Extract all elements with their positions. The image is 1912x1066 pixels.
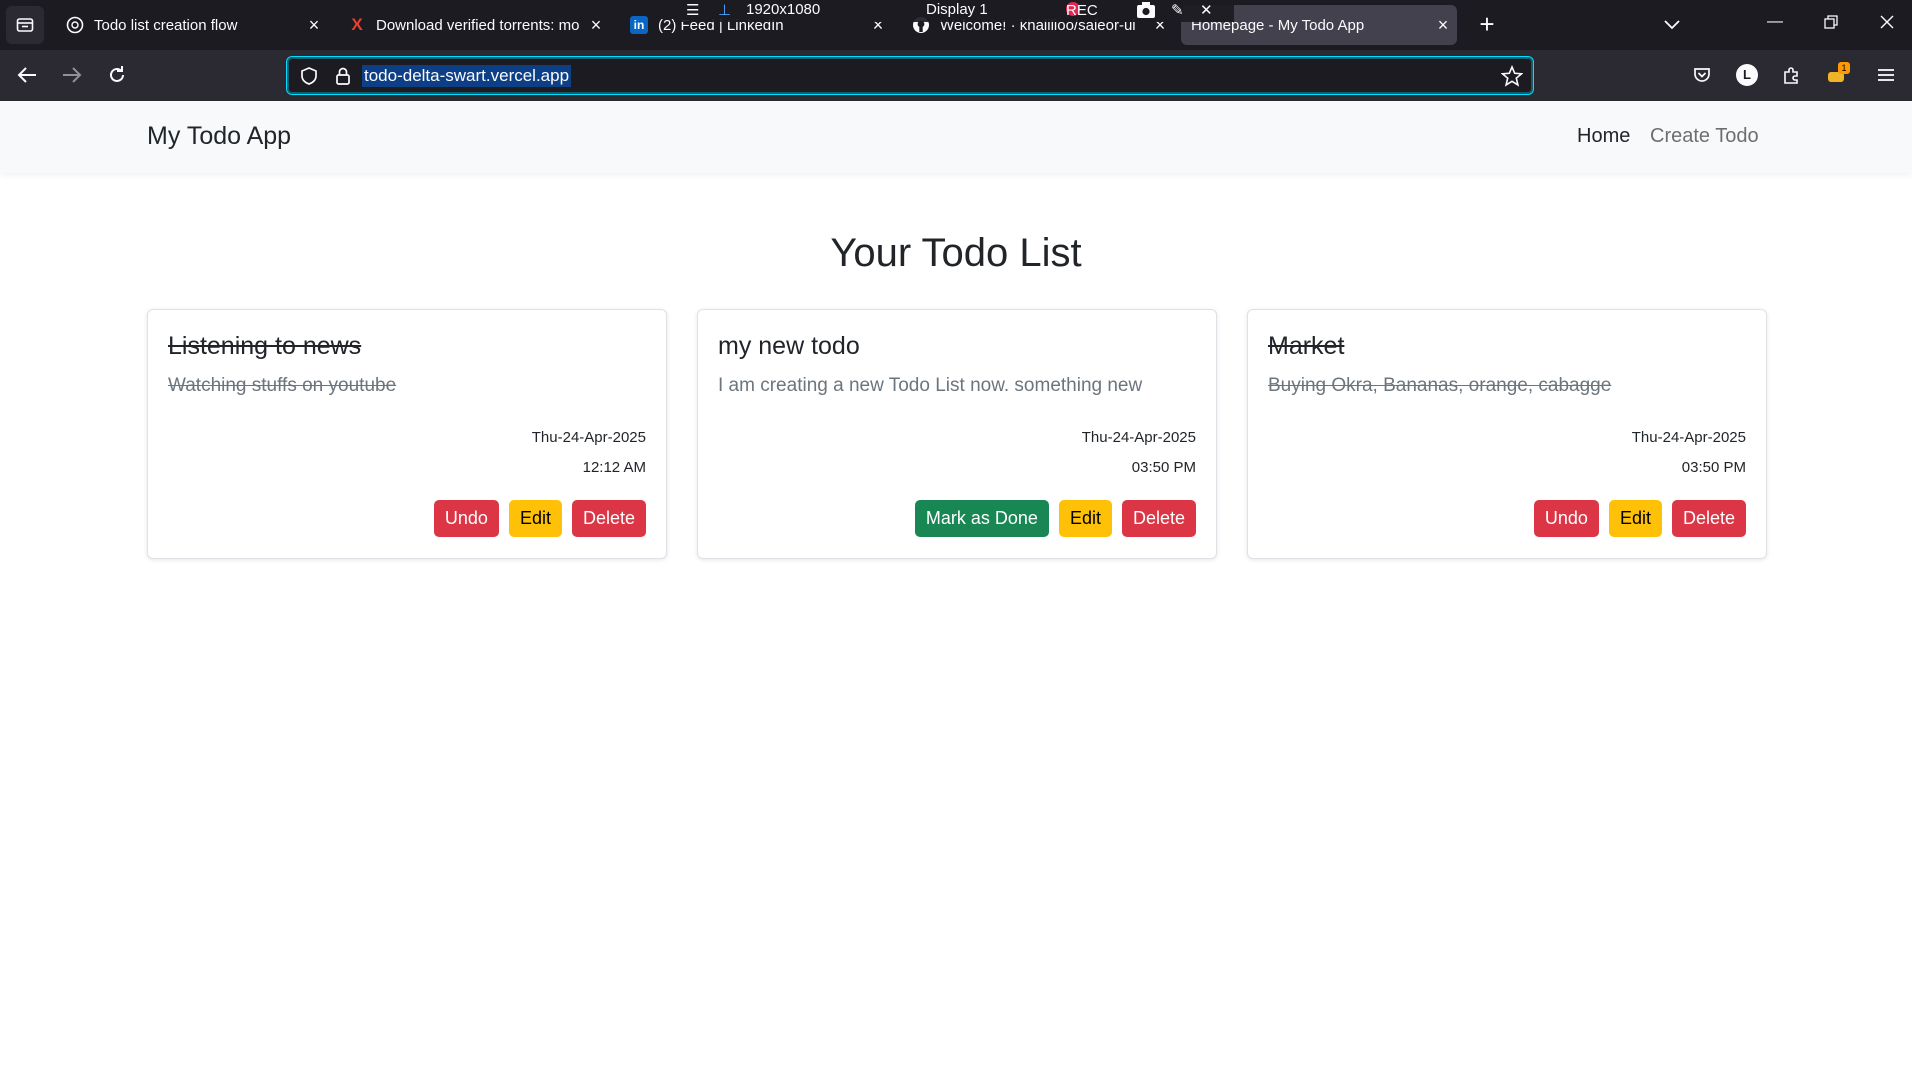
display-label: Display 1 xyxy=(926,1,988,18)
puzzle-piece-icon xyxy=(1784,67,1798,84)
open-menu-button[interactable] xyxy=(1869,58,1903,92)
edit-button[interactable]: Edit xyxy=(1608,500,1662,537)
delete-button[interactable]: Delete xyxy=(571,500,646,537)
tab-todo-list-creation-flow[interactable]: Todo list creation flow × xyxy=(52,5,328,45)
chevron-down-icon xyxy=(1664,20,1680,30)
pocket-icon xyxy=(1694,68,1710,82)
account-avatar: L xyxy=(1736,64,1758,86)
tab-title: Todo list creation flow xyxy=(94,16,238,34)
delete-button[interactable]: Delete xyxy=(1121,500,1196,537)
extension-badge: 1 xyxy=(1838,62,1850,74)
edit-button[interactable]: Edit xyxy=(508,500,562,537)
todo-title: my new todo xyxy=(718,332,860,360)
todo-time: 03:50 PM xyxy=(1131,459,1196,476)
close-tab-icon[interactable]: × xyxy=(582,15,610,36)
todo-actions: Undo Edit Delete xyxy=(1533,500,1746,537)
menu-icon[interactable]: ☰ xyxy=(686,1,699,19)
back-button[interactable] xyxy=(9,58,45,92)
pocket-button[interactable] xyxy=(1685,58,1719,92)
minimize-icon: — xyxy=(1767,13,1783,30)
account-button[interactable]: L xyxy=(1730,58,1764,92)
todo-actions: Mark as Done Edit Delete xyxy=(914,500,1196,537)
todo-title: Market xyxy=(1268,332,1345,360)
new-tab-button[interactable]: + xyxy=(1470,8,1504,42)
forward-button[interactable] xyxy=(54,58,90,92)
firefox-view-icon xyxy=(16,18,34,32)
url-text[interactable]: todo-delta-swart.vercel.app xyxy=(362,65,572,87)
nav-link-create-todo[interactable]: Create Todo xyxy=(1650,125,1759,148)
back-arrow-icon xyxy=(17,67,36,83)
close-tab-icon[interactable]: × xyxy=(300,15,328,36)
todo-date: Thu-24-Apr-2025 xyxy=(1081,429,1196,446)
pencil-icon[interactable]: ✎ xyxy=(1171,1,1184,19)
list-all-tabs-button[interactable] xyxy=(1656,10,1688,40)
minimize-window-button[interactable]: — xyxy=(1752,0,1798,44)
bookmark-star-icon[interactable] xyxy=(1501,65,1523,87)
linkedin-icon: in xyxy=(630,16,648,34)
undo-button[interactable]: Undo xyxy=(433,500,499,537)
forward-arrow-icon xyxy=(63,67,82,83)
pin-icon[interactable]: ⊥ xyxy=(718,1,731,19)
todo-card: Listening to news Watching stuffs on you… xyxy=(147,309,667,559)
close-icon xyxy=(1880,15,1894,29)
todo-description: Buying Okra, Bananas, orange, cabagge xyxy=(1268,375,1612,396)
undo-button[interactable]: Undo xyxy=(1533,500,1599,537)
address-bar[interactable]: todo-delta-swart.vercel.app xyxy=(286,56,1534,95)
nav-link-home[interactable]: Home xyxy=(1577,125,1630,148)
delete-button[interactable]: Delete xyxy=(1671,500,1746,537)
todo-date: Thu-24-Apr-2025 xyxy=(1631,429,1746,446)
page-content: My Todo App Home Create Todo Your Todo L… xyxy=(0,101,1912,1066)
tab-title: Download verified torrents: mo xyxy=(376,16,580,34)
lock-icon[interactable] xyxy=(333,66,353,86)
todo-actions: Undo Edit Delete xyxy=(433,500,646,537)
close-tab-icon[interactable]: × xyxy=(1429,15,1457,36)
x-icon: X xyxy=(351,15,363,34)
todo-card: Market Buying Okra, Bananas, orange, cab… xyxy=(1247,309,1767,559)
firefox-view-button[interactable] xyxy=(0,0,50,50)
restore-window-button[interactable] xyxy=(1808,0,1854,44)
mark-as-done-button[interactable]: Mark as Done xyxy=(914,500,1049,537)
hamburger-menu-icon xyxy=(1878,69,1894,81)
reload-button[interactable] xyxy=(99,58,135,92)
reload-icon xyxy=(110,66,124,82)
todo-description: I am creating a new Todo List now. somet… xyxy=(718,375,1143,396)
extension-icon: 1 xyxy=(1826,62,1850,86)
todo-title: Listening to news xyxy=(168,332,362,360)
recording-overlay: ☰ ⊥ 1920x1080 Display 1 REC ✎ ✕ xyxy=(674,0,1234,22)
resolution-label: 1920x1080 xyxy=(746,1,821,18)
plus-icon: + xyxy=(1479,9,1495,39)
browser-tab-strip: Todo list creation flow × X Download ver… xyxy=(0,0,1912,50)
close-overlay-icon[interactable]: ✕ xyxy=(1200,1,1213,19)
todo-description: Watching stuffs on youtube xyxy=(168,375,397,396)
openai-icon xyxy=(66,16,84,34)
shield-icon[interactable] xyxy=(299,66,319,86)
tab-download-torrents[interactable]: X Download verified torrents: mo × xyxy=(334,5,610,45)
todo-time: 03:50 PM xyxy=(1681,459,1746,476)
navbar-brand[interactable]: My Todo App xyxy=(147,122,291,151)
page-title: Your Todo List xyxy=(830,231,1082,275)
todo-time: 12:12 AM xyxy=(582,459,646,476)
edit-button[interactable]: Edit xyxy=(1058,500,1112,537)
extensions-button[interactable] xyxy=(1775,58,1809,92)
todo-card: my new todo I am creating a new Todo Lis… xyxy=(697,309,1217,559)
site-navbar: My Todo App Home Create Todo xyxy=(0,101,1912,173)
todo-date: Thu-24-Apr-2025 xyxy=(531,429,646,446)
restore-icon xyxy=(1824,15,1838,29)
camera-icon[interactable] xyxy=(1136,1,1156,23)
close-window-button[interactable] xyxy=(1864,0,1910,44)
extension-button[interactable]: 1 xyxy=(1820,58,1854,92)
